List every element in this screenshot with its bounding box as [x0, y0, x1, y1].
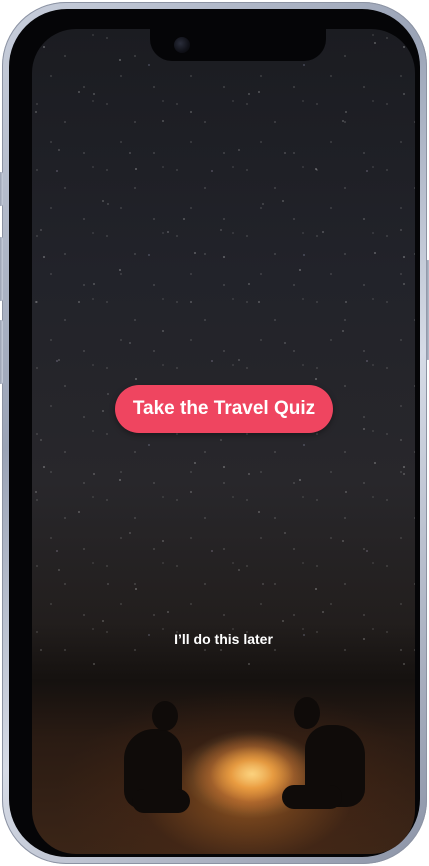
- phone-bezel: Take the Travel Quiz I’ll do this later: [9, 9, 420, 857]
- front-camera-icon: [174, 37, 190, 53]
- phone-frame: Take the Travel Quiz I’ll do this later: [0, 2, 429, 864]
- person-head-left: [152, 701, 178, 731]
- starfield-layer: [32, 29, 415, 669]
- person-legs-left: [132, 789, 190, 813]
- volume-down-button: [0, 320, 3, 384]
- take-travel-quiz-button[interactable]: Take the Travel Quiz: [115, 385, 333, 433]
- notch: [150, 29, 326, 61]
- app-screen: Take the Travel Quiz I’ll do this later: [32, 29, 415, 854]
- volume-up-button: [0, 237, 3, 301]
- person-head-right: [294, 697, 320, 729]
- person-legs-right: [282, 785, 342, 809]
- mute-switch: [0, 172, 3, 206]
- do-this-later-link[interactable]: I’ll do this later: [32, 631, 415, 647]
